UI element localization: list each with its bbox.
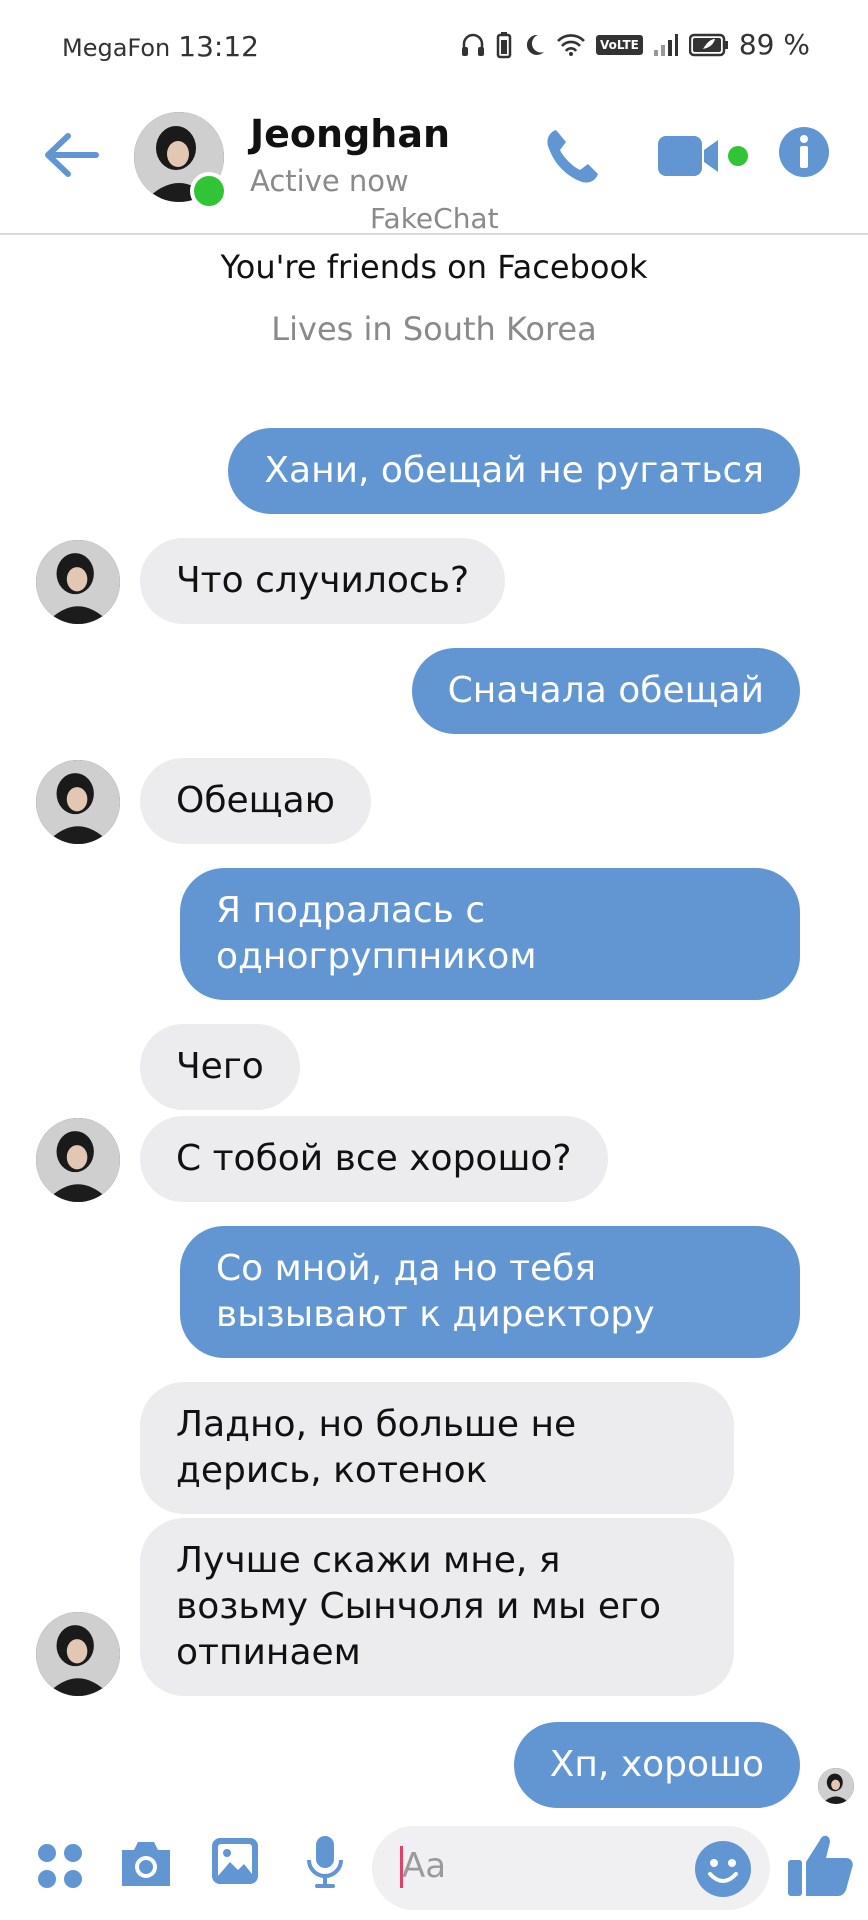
emoji-icon	[695, 1841, 751, 1897]
apps-button[interactable]	[36, 1842, 84, 1894]
message-outgoing[interactable]: Хани, обещай не ругаться	[228, 428, 800, 514]
info-button[interactable]	[778, 126, 830, 182]
status-bar-right: VoLTE 89 %	[460, 28, 810, 61]
message-incoming[interactable]: Ладно, но больше не дерись, котенок	[140, 1382, 734, 1514]
thumbs-up-icon	[788, 1835, 853, 1896]
contact-avatar-small	[36, 1612, 120, 1696]
headphones-icon	[461, 33, 484, 56]
status-bar-left: MegaFon 13:12	[62, 30, 259, 63]
contact-avatar-small	[36, 1118, 120, 1202]
image-icon	[212, 1838, 258, 1884]
message-incoming[interactable]: С тобой все хорошо?	[140, 1116, 608, 1202]
signal-icon	[653, 33, 678, 56]
message-incoming[interactable]: Лучше скажи мне, я возьму Сынчоля и мы е…	[140, 1518, 734, 1696]
camera-icon	[122, 1842, 170, 1886]
back-arrow-icon	[45, 133, 99, 177]
moon-icon	[526, 34, 544, 55]
microphone-icon	[307, 1836, 343, 1888]
location-note: Lives in South Korea	[271, 310, 597, 348]
video-camera-icon	[658, 136, 748, 176]
like-button[interactable]	[786, 1830, 856, 1904]
call-button[interactable]	[542, 126, 602, 190]
camera-button[interactable]	[118, 1838, 174, 1894]
battery-small-icon	[496, 31, 512, 58]
video-call-button[interactable]	[656, 134, 752, 182]
phone-icon	[547, 130, 598, 183]
message-incoming[interactable]: Что случилось?	[140, 538, 506, 624]
message-incoming[interactable]: Чего	[140, 1024, 300, 1110]
back-button[interactable]	[40, 130, 104, 180]
header-divider	[0, 233, 868, 235]
app-watermark: FakeChat	[370, 202, 499, 235]
friendship-note: You're friends on Facebook	[220, 248, 648, 286]
contact-name[interactable]: Jeonghan	[250, 112, 450, 156]
battery-icon	[688, 33, 728, 56]
message-input-placeholder: Aa	[402, 1846, 447, 1886]
avatar-photo-icon	[818, 1768, 854, 1804]
message-outgoing[interactable]: Со мной, да но тебя вызывают к директору	[180, 1226, 800, 1358]
apps-grid-icon	[38, 1844, 82, 1888]
read-receipt-avatar	[818, 1768, 854, 1804]
gallery-button[interactable]	[210, 1836, 260, 1890]
volte-badge: VoLTE	[595, 34, 643, 55]
voice-button[interactable]	[306, 1834, 344, 1896]
contact-avatar-small	[36, 540, 120, 624]
contact-avatar-small	[36, 760, 120, 844]
avatar-photo-icon	[36, 540, 120, 624]
message-outgoing[interactable]: Я подралась с одногруппником	[180, 868, 800, 1000]
online-indicator	[190, 172, 228, 210]
battery-percent: 89 %	[738, 28, 810, 61]
avatar-photo-icon	[36, 1612, 120, 1696]
message-outgoing[interactable]: Сначала обещай	[411, 648, 800, 734]
info-icon	[779, 127, 829, 177]
message-incoming[interactable]: Обещаю	[140, 758, 371, 844]
message-outgoing[interactable]: Хп, хорошо	[513, 1722, 800, 1808]
contact-status: Active now	[250, 164, 409, 198]
emoji-button[interactable]	[694, 1840, 752, 1902]
avatar-photo-icon	[36, 760, 120, 844]
clock: 13:12	[178, 30, 259, 63]
carrier-label: MegaFon	[62, 34, 171, 62]
avatar-photo-icon	[36, 1118, 120, 1202]
wifi-icon	[556, 33, 585, 56]
